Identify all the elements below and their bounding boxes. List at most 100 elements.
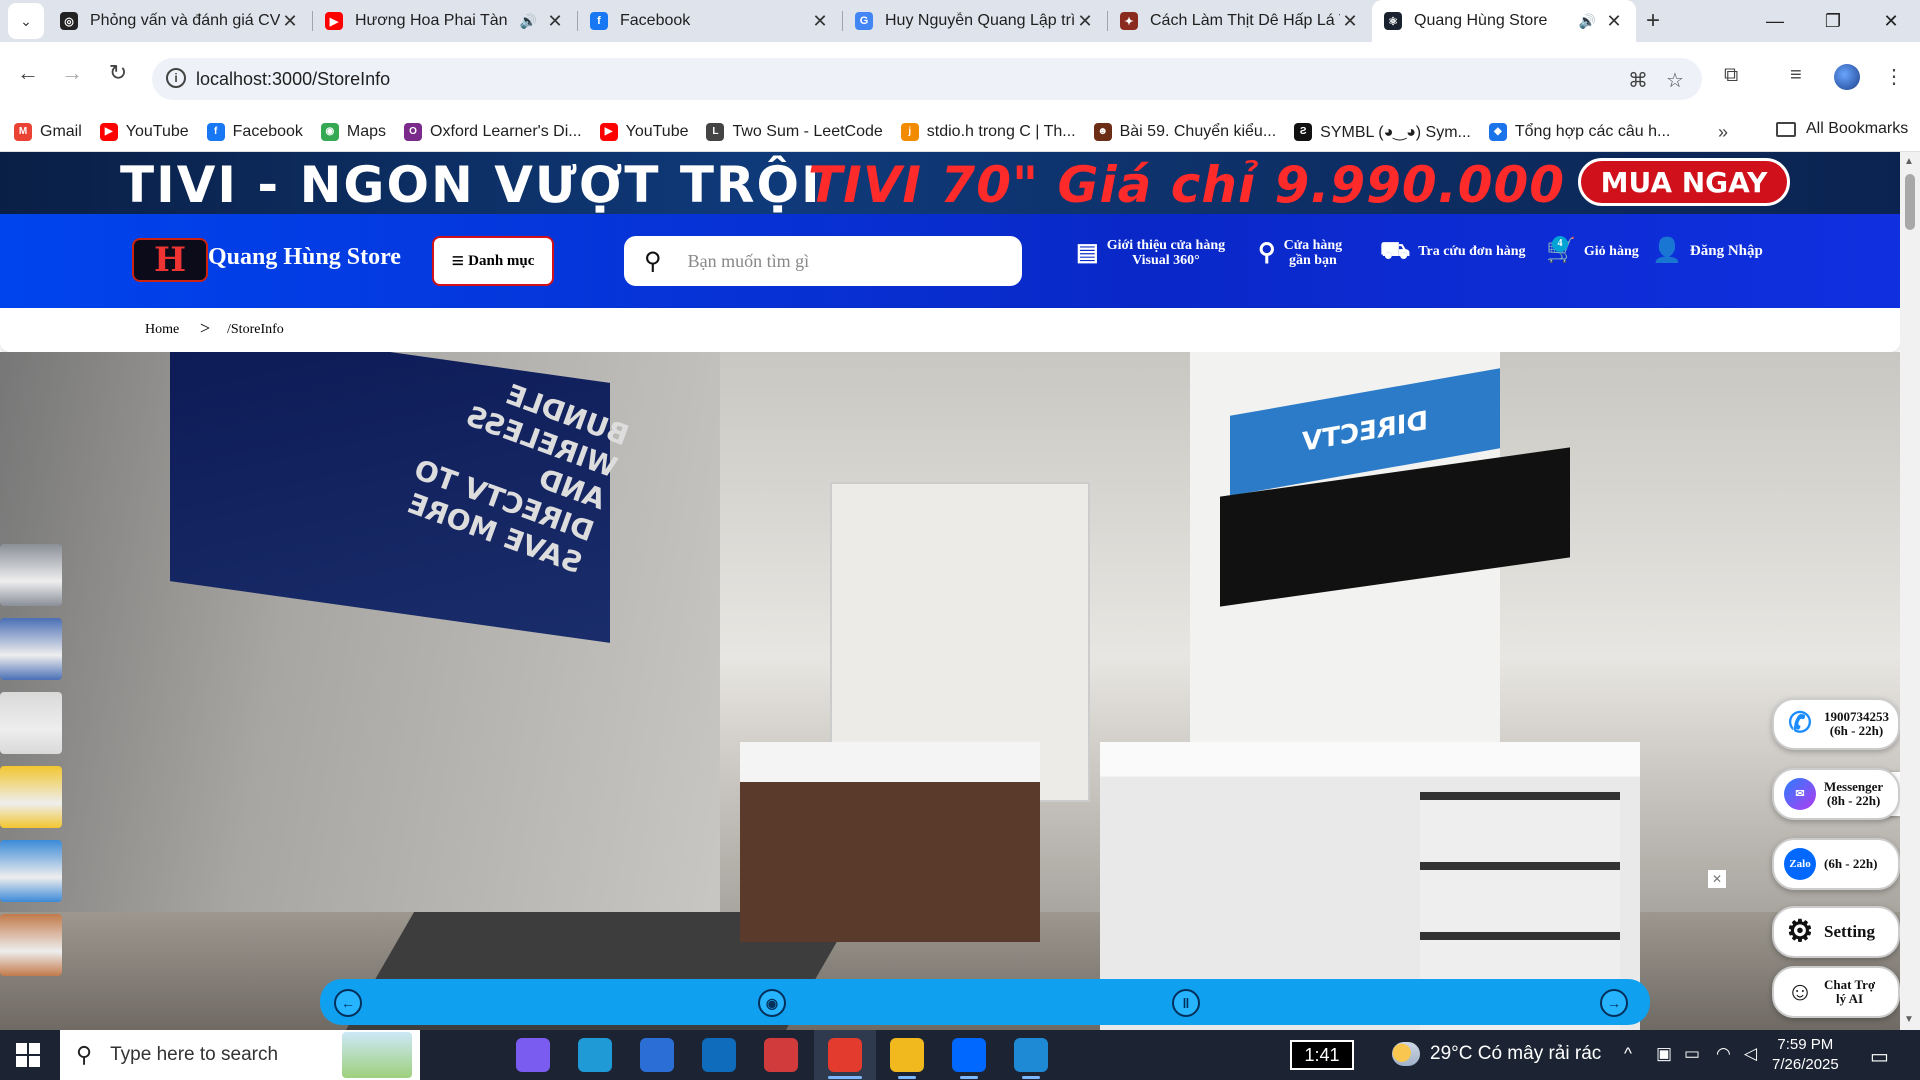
chrome-icon[interactable] (828, 1038, 862, 1072)
scroll-up-icon[interactable]: ▲ (1904, 156, 1914, 167)
scene-thumbnail-3[interactable] (0, 692, 62, 754)
windows-start-icon[interactable] (16, 1043, 40, 1067)
wifi-icon[interactable]: ◠ (1716, 1044, 1731, 1064)
tab-title: Huy Nguyễn Quang Lập trì (885, 12, 1075, 29)
speaker-icon[interactable]: 🔊 (1579, 13, 1596, 30)
more-bookmarks-icon[interactable]: » (1718, 122, 1728, 143)
bookmark-item[interactable]: j stdio.h trong C | Th... (900, 122, 1076, 141)
tab-6[interactable]: ⚛ Quang Hùng Store 🔊 ✕ (1372, 0, 1636, 42)
tab-5[interactable]: ✦ Cách Làm Thịt Dê Hấp Lá T ✕ (1108, 0, 1372, 42)
teams-icon[interactable] (764, 1038, 798, 1072)
close-tab-icon[interactable]: ✕ (280, 11, 300, 32)
store-360-viewer[interactable]: BUNDLE WIRELESS AND DIRECTV TO SAVE MORE… (0, 352, 1900, 1030)
hotline-button[interactable]: ✆ 1900734253 (6h - 22h) (1772, 698, 1900, 750)
tab-4[interactable]: G Huy Nguyễn Quang Lập trì ✕ (843, 0, 1107, 42)
nav-login[interactable]: 👤 Đăng Nhập (1652, 239, 1763, 263)
close-tab-icon[interactable]: ✕ (545, 11, 565, 32)
taskbar-clock[interactable]: 7:59 PM 7/26/2025 (1772, 1035, 1839, 1075)
camera-icon[interactable]: ▣ (1656, 1044, 1672, 1064)
nav-nearby-store[interactable]: ⚲ Cửa hàng gần bạn (1258, 238, 1342, 268)
zalo-button[interactable]: Zalo (6h - 22h) (1772, 838, 1900, 890)
close-tab-icon[interactable]: ✕ (1075, 11, 1095, 32)
edge-icon[interactable] (578, 1038, 612, 1072)
promo-banner[interactable]: TIVI - NGON VƯỢT TRỘI TIVI 70" Giá chỉ 9… (0, 152, 1900, 214)
next-scene-icon[interactable]: → (1600, 989, 1628, 1017)
scene-thumbnail-1[interactable] (0, 544, 62, 606)
audio-toggle-icon[interactable]: ◉ (758, 989, 786, 1017)
battery-icon[interactable]: ▭ (1684, 1044, 1700, 1064)
weather-widget[interactable]: 29°C Có mây rải rác (1392, 1042, 1601, 1066)
store-name[interactable]: Quang Hùng Store (208, 244, 401, 271)
nav-cart[interactable]: 🛒4 Giỏ hàng (1546, 236, 1639, 263)
buy-now-button[interactable]: MUA NGAY (1578, 158, 1790, 206)
store-logo[interactable]: H (132, 238, 208, 282)
setting-button[interactable]: ⚙ Setting (1772, 906, 1900, 958)
extensions-icon[interactable]: ⧉ (1724, 64, 1738, 87)
minimize-icon[interactable]: — (1746, 0, 1804, 42)
translate-icon[interactable]: ⌘ (1628, 68, 1648, 93)
breadcrumb-home[interactable]: Home (145, 322, 179, 338)
close-tab-icon[interactable]: ✕ (1340, 11, 1360, 32)
scroll-thumb[interactable] (1905, 174, 1915, 230)
explorer-icon[interactable] (890, 1038, 924, 1072)
zalo-icon[interactable] (952, 1038, 986, 1072)
tab-search-button[interactable]: ⌄ (8, 3, 44, 39)
youtube-icon: ▶ (99, 122, 118, 141)
tab-2[interactable]: ▶ Hương Hoa Phai Tàn (T 🔊 ✕ (313, 0, 577, 42)
restore-icon[interactable]: ❐ (1804, 0, 1862, 42)
search-input[interactable]: ⚲ Bạn muốn tìm gì (624, 236, 1022, 286)
bookmark-item[interactable]: ▶ YouTube (599, 122, 688, 141)
page-scrollbar[interactable]: ▲ ▼ (1900, 152, 1920, 1030)
scene-thumbnail-5[interactable] (0, 840, 62, 902)
tab-1[interactable]: ◎ Phỏng vấn và đánh giá CV ✕ (48, 0, 312, 42)
nav-store-intro[interactable]: ▤ Giới thiệu cửa hàng Visual 360° (1076, 238, 1225, 268)
prev-scene-icon[interactable]: ← (334, 989, 362, 1017)
widget-clock-badge[interactable]: 1:41 (1290, 1040, 1354, 1070)
task-view-icon[interactable] (450, 1038, 484, 1072)
scene-thumbnail-2[interactable] (0, 618, 62, 680)
vscode-icon[interactable] (1014, 1038, 1048, 1072)
messenger-label: Messenger (8h - 22h) (1824, 779, 1884, 808)
bookmark-item[interactable]: M Gmail (14, 122, 82, 141)
forward-icon[interactable]: → (58, 60, 86, 86)
taskbar-search[interactable]: ⚲ Type here to search (60, 1030, 420, 1080)
outlook-icon[interactable] (702, 1038, 736, 1072)
store-icon[interactable] (640, 1038, 674, 1072)
scroll-down-icon[interactable]: ▼ (1904, 1014, 1914, 1025)
volume-icon[interactable]: ◁ (1744, 1044, 1757, 1064)
speaker-icon[interactable]: 🔊 (520, 13, 537, 30)
pause-icon[interactable]: ‖ (1172, 989, 1200, 1017)
profile-avatar[interactable] (1834, 64, 1860, 90)
media-control-icon[interactable]: ≡ (1790, 64, 1802, 87)
notification-icon[interactable]: ▭ (1870, 1044, 1889, 1069)
bookmark-item[interactable]: L Two Sum - LeetCode (706, 122, 883, 141)
address-bar[interactable]: i localhost:3000/StoreInfo ⌘ ☆ (152, 58, 1702, 100)
scene-thumbnail-4[interactable] (0, 766, 62, 828)
close-window-icon[interactable]: ✕ (1862, 0, 1920, 42)
scene-thumbnail-6[interactable] (0, 914, 62, 976)
more-menu-icon[interactable]: ⋮ (1884, 64, 1904, 89)
new-tab-button[interactable]: + (1646, 7, 1660, 35)
nav-order-lookup[interactable]: ⛟ Tra cứu đơn hàng (1380, 239, 1526, 263)
back-icon[interactable]: ← (14, 60, 42, 86)
bookmark-item[interactable]: Ƨ SYMBL (◕‿◕) Sym... (1294, 122, 1471, 142)
close-tab-icon[interactable]: ✕ (810, 11, 830, 32)
site-info-icon[interactable]: i (166, 68, 186, 88)
chevron-up-icon[interactable]: ^ (1624, 1044, 1632, 1064)
bookmark-star-icon[interactable]: ☆ (1666, 68, 1684, 93)
bookmark-item[interactable]: ◆ Tổng hợp các câu h... (1488, 122, 1670, 141)
messenger-button[interactable]: ✉ Messenger (8h - 22h) (1772, 768, 1900, 820)
all-bookmarks-button[interactable]: All Bookmarks (1776, 120, 1908, 138)
close-contact-icon[interactable]: ✕ (1708, 870, 1726, 888)
tab-3[interactable]: f Facebook ✕ (578, 0, 842, 42)
bookmark-item[interactable]: ☻ Bài 59. Chuyển kiểu... (1093, 122, 1276, 141)
bookmark-item[interactable]: f Facebook (206, 122, 303, 141)
bookmark-item[interactable]: O Oxford Learner's Di... (404, 122, 582, 141)
bookmark-item[interactable]: ▶ YouTube (99, 122, 189, 141)
reload-icon[interactable]: ↻ (104, 60, 132, 86)
category-menu-button[interactable]: ≡ Danh mục (432, 236, 554, 286)
close-tab-icon[interactable]: ✕ (1604, 11, 1624, 32)
copilot-icon[interactable] (516, 1038, 550, 1072)
bookmark-item[interactable]: ◉ Maps (320, 122, 386, 141)
chat-ai-button[interactable]: ☺ Chat Trợ lý AI (1772, 966, 1900, 1018)
